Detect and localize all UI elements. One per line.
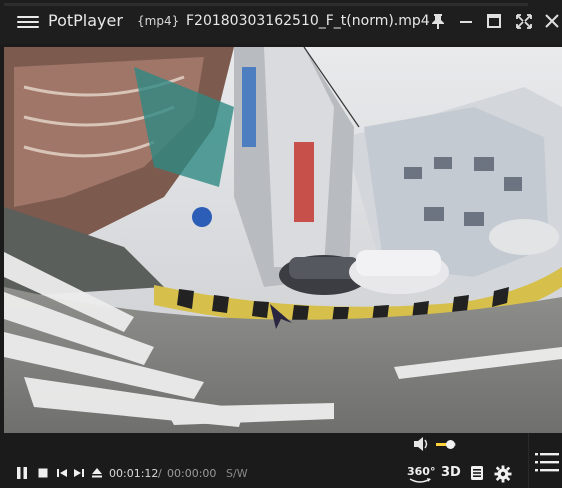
video-frame[interactable] (4, 47, 562, 433)
vr-360-label: 360° (407, 465, 436, 478)
volume-knob[interactable] (446, 440, 455, 449)
previous-icon[interactable] (56, 466, 68, 480)
vr-360-button[interactable]: 360° (407, 465, 436, 485)
volume-icon[interactable] (412, 436, 430, 452)
3d-button[interactable]: 3D (441, 465, 461, 480)
close-icon[interactable] (541, 9, 562, 33)
settings-gear-icon[interactable] (494, 465, 512, 483)
sw-toggle[interactable]: S/W (226, 467, 248, 480)
seek-bar[interactable] (4, 3, 528, 6)
eject-icon[interactable] (91, 466, 103, 480)
volume-slider[interactable] (436, 440, 456, 449)
file-name: F20180303162510_F_t(norm).mp4 (186, 13, 430, 29)
current-time: 00:01:12 (109, 467, 159, 480)
app-name: PotPlayer (48, 11, 123, 30)
subtitle-icon[interactable] (470, 465, 484, 481)
stop-icon[interactable] (37, 466, 49, 480)
next-icon[interactable] (73, 466, 85, 480)
pin-icon[interactable] (427, 9, 449, 33)
format-tag: {mp4} (137, 14, 180, 28)
total-time: 00:00:00 (167, 467, 217, 480)
main-menu-icon[interactable] (17, 13, 39, 31)
pause-icon[interactable] (16, 466, 28, 480)
time-separator: / (158, 467, 162, 480)
fullscreen-icon[interactable] (513, 9, 535, 33)
playlist-icon[interactable] (535, 451, 559, 473)
minimize-icon[interactable] (455, 9, 477, 33)
maximize-icon[interactable] (483, 9, 505, 33)
